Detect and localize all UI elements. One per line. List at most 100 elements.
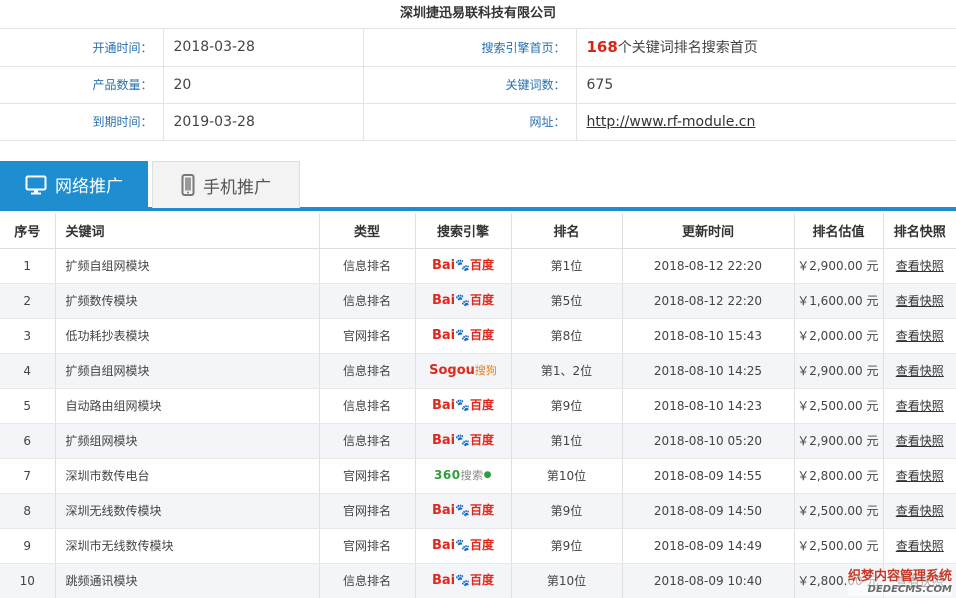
tab-mobile-promotion[interactable]: 手机推广	[152, 161, 300, 208]
updated-cell: 2018-08-09 14:50	[622, 493, 795, 529]
rank-cell: 第1、2位	[511, 353, 623, 389]
type-cell: 信息排名	[319, 248, 416, 284]
rank-cell: 第9位	[511, 493, 623, 529]
value-cell: ￥2,900.00 元	[794, 423, 884, 459]
view-snapshot-link[interactable]: 查看快照	[896, 504, 944, 518]
keyword-cell: 扩频数传模块	[55, 283, 320, 319]
view-snapshot-link[interactable]: 查看快照	[896, 434, 944, 448]
view-snapshot-link[interactable]: 查看快照	[896, 399, 944, 413]
type-cell: 官网排名	[319, 528, 416, 564]
baidu-logo-icon: Bai🐾百度	[431, 328, 495, 343]
rank-cell: 第10位	[511, 563, 623, 598]
snapshot-cell: 查看快照	[883, 423, 956, 459]
view-snapshot-link[interactable]: 查看快照	[896, 259, 944, 273]
updated-cell: 2018-08-10 14:23	[622, 388, 795, 424]
promotion-tabs: 网络推广 手机推广	[0, 161, 956, 211]
table-row: 2 扩频数传模块 信息排名 Bai🐾百度 第5位 2018-08-12 22:20 ￥1,6…	[0, 283, 956, 319]
col-header-engine: 搜索引擎	[415, 213, 512, 249]
type-cell: 信息排名	[319, 353, 416, 389]
row-number: 1	[0, 248, 56, 284]
tab-label: 手机推广	[203, 177, 271, 198]
col-header-updated: 更新时间	[622, 213, 795, 249]
row-number: 2	[0, 283, 56, 319]
table-row: 1 扩频自组网模块 信息排名 Bai🐾百度 第1位 2018-08-12 22:20 ￥2,…	[0, 248, 956, 284]
engine-cell: Bai🐾百度	[415, 248, 512, 284]
engine-home-text: 个关键词排名搜索首页	[617, 40, 758, 57]
paw-icon: 🐾	[455, 538, 471, 552]
watermark-domain: DEDECMS.COM	[867, 584, 952, 595]
engine-cell: Bai🐾百度	[415, 528, 512, 564]
type-cell: 信息排名	[319, 283, 416, 319]
type-cell: 信息排名	[319, 388, 416, 424]
keyword-cell: 深圳市无线数传模块	[55, 528, 320, 564]
keyword-cell: 扩频组网模块	[55, 423, 320, 459]
website-value: http://www.rf-module.cn	[576, 103, 956, 141]
view-snapshot-link[interactable]: 查看快照	[896, 364, 944, 378]
engine-home-value: 168个关键词排名搜索首页	[576, 29, 956, 67]
tab-label: 网络推广	[55, 177, 123, 197]
view-snapshot-link[interactable]: 查看快照	[896, 294, 944, 308]
watermark: 织梦内容管理系统 DEDECMS.COM	[847, 570, 952, 596]
table-row: 5 自动路由组网模块 信息排名 Bai🐾百度 第9位 2018-08-10 14:23 ￥2…	[0, 388, 956, 424]
mobile-phone-icon	[181, 174, 195, 196]
paw-icon: 🐾	[455, 503, 471, 517]
keyword-cell: 自动路由组网模块	[55, 388, 320, 424]
snapshot-cell: 查看快照	[883, 318, 956, 354]
view-snapshot-link[interactable]: 查看快照	[896, 469, 944, 483]
sogou-logo-icon: Sogou搜狗	[429, 362, 497, 378]
col-header-no: 序号	[0, 213, 56, 249]
type-cell: 官网排名	[319, 493, 416, 529]
website-link[interactable]: http://www.rf-module.cn	[587, 114, 756, 130]
baidu-logo-icon: Bai🐾百度	[431, 293, 495, 308]
baidu-logo-icon: Bai🐾百度	[431, 433, 495, 448]
updated-cell: 2018-08-10 15:43	[622, 318, 795, 354]
row-number: 6	[0, 423, 56, 459]
tab-web-promotion[interactable]: 网络推广	[0, 161, 148, 208]
col-header-rank: 排名	[511, 213, 623, 249]
table-row: 4 扩频自组网模块 信息排名 Sogou搜狗 第1、2位 2018-08-10 14:25…	[0, 353, 956, 389]
col-header-value: 排名估值	[794, 213, 884, 249]
table-row: 6 扩频组网模块 信息排名 Bai🐾百度 第1位 2018-08-10 05:20 ￥2,9…	[0, 423, 956, 459]
expire-time-label: 到期时间：	[0, 103, 164, 141]
engine-cell: Bai🐾百度	[415, 563, 512, 598]
row-number: 5	[0, 388, 56, 424]
paw-icon: 🐾	[455, 328, 471, 342]
value-cell: ￥2,500.00 元	[794, 528, 884, 564]
updated-cell: 2018-08-10 14:25	[622, 353, 795, 389]
open-time-value: 2018-03-28	[163, 29, 364, 67]
value-cell: ￥2,900.00 元	[794, 353, 884, 389]
row-number: 8	[0, 493, 56, 529]
rank-cell: 第1位	[511, 248, 623, 284]
table-row: 8 深圳无线数传模块 官网排名 Bai🐾百度 第9位 2018-08-09 14:50 ￥2…	[0, 493, 956, 529]
updated-cell: 2018-08-10 05:20	[622, 423, 795, 459]
view-snapshot-link[interactable]: 查看快照	[896, 539, 944, 553]
360-search-logo-icon: 360搜索●	[434, 468, 492, 482]
baidu-logo-icon: Bai🐾百度	[431, 503, 495, 518]
rank-cell: 第10位	[511, 458, 623, 494]
baidu-logo-icon: Bai🐾百度	[431, 538, 495, 553]
table-header-row: 序号 关键词 类型 搜索引擎 排名 更新时间 排名估值 排名快照	[0, 213, 956, 249]
value-cell: ￥2,900.00 元	[794, 248, 884, 284]
type-cell: 官网排名	[319, 458, 416, 494]
updated-cell: 2018-08-09 10:40	[622, 563, 795, 598]
baidu-logo-icon: Bai🐾百度	[431, 573, 495, 588]
expire-time-value: 2019-03-28	[163, 103, 364, 141]
row-number: 7	[0, 458, 56, 494]
snapshot-cell: 查看快照	[883, 353, 956, 389]
keyword-cell: 扩频自组网模块	[55, 248, 320, 284]
keyword-cell: 低功耗抄表模块	[55, 318, 320, 354]
info-row: 产品数量： 20 关键词数： 675	[0, 66, 956, 104]
engine-home-label: 搜索引擎首页：	[363, 29, 577, 67]
engine-cell: Bai🐾百度	[415, 283, 512, 319]
col-header-keyword: 关键词	[55, 213, 320, 249]
keyword-cell: 深圳无线数传模块	[55, 493, 320, 529]
view-snapshot-link[interactable]: 查看快照	[896, 329, 944, 343]
engine-cell: Sogou搜狗	[415, 353, 512, 389]
table-row: 9 深圳市无线数传模块 官网排名 Bai🐾百度 第9位 2018-08-09 14:49 ￥…	[0, 528, 956, 564]
updated-cell: 2018-08-09 14:55	[622, 458, 795, 494]
engine-cell: Bai🐾百度	[415, 493, 512, 529]
rank-cell: 第5位	[511, 283, 623, 319]
col-header-type: 类型	[319, 213, 416, 249]
snapshot-cell: 查看快照	[883, 388, 956, 424]
snapshot-cell: 查看快照	[883, 458, 956, 494]
